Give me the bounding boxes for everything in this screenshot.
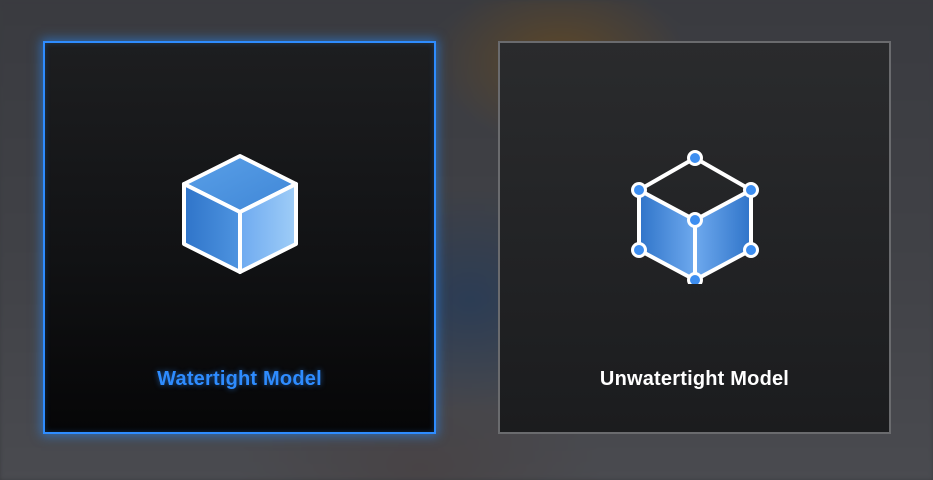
watertight-model-option[interactable]: Watertight Model (43, 41, 436, 434)
option-label: Unwatertight Model (599, 368, 790, 390)
wireframe-cube-icon (630, 150, 759, 285)
option-label: Watertight Model (157, 368, 322, 390)
unwatertight-model-option[interactable]: Unwatertight Model (498, 41, 891, 434)
solid-cube-icon (181, 154, 298, 275)
